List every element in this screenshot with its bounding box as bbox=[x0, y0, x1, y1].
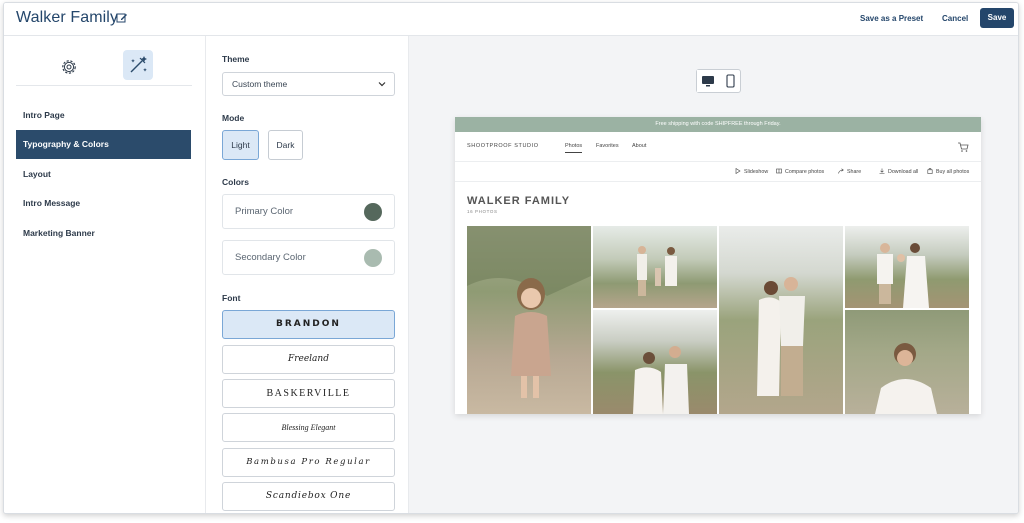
mobile-icon bbox=[726, 74, 735, 88]
share-action[interactable]: Share bbox=[838, 168, 861, 175]
primary-color-picker[interactable]: Primary Color bbox=[222, 194, 395, 229]
preview-nav-photos[interactable]: Photos bbox=[565, 143, 583, 153]
settings-panel: Theme Custom theme Mode Light Dark Color… bbox=[206, 36, 409, 513]
font-option-bambusa-pro[interactable]: Bambusa Pro Regular bbox=[222, 448, 395, 477]
compare-icon bbox=[776, 168, 782, 174]
preview-actions-bar: Slideshow Compare photos Share Download … bbox=[455, 162, 981, 182]
desktop-icon bbox=[702, 76, 714, 87]
share-icon bbox=[838, 168, 844, 174]
slideshow-action[interactable]: Slideshow bbox=[735, 168, 768, 175]
theme-select[interactable]: Custom theme bbox=[222, 72, 395, 96]
photo-couple-embrace-image bbox=[757, 277, 805, 396]
photo-thumbnail[interactable] bbox=[719, 226, 843, 414]
gallery-title: Walker Family bbox=[16, 9, 119, 26]
device-toggle bbox=[696, 69, 741, 93]
photo-thumbnail[interactable] bbox=[467, 226, 591, 414]
download-all-label: Download all bbox=[888, 169, 919, 175]
mode-label: Mode bbox=[222, 113, 245, 123]
secondary-color-picker[interactable]: Secondary Color bbox=[222, 240, 395, 275]
save-as-preset-button[interactable]: Save as a Preset bbox=[860, 14, 923, 23]
photo-thumbnail[interactable] bbox=[593, 226, 717, 308]
sidebar-item-intro-page[interactable]: Intro Page bbox=[16, 101, 191, 130]
photo-thumbnail[interactable] bbox=[845, 226, 969, 308]
app-window: Walker Family Save as a Preset Cancel Sa… bbox=[3, 2, 1019, 514]
font-option-baskerville[interactable]: BASKERVILLE bbox=[222, 379, 395, 408]
announcement-banner: Free shipping with code SHIPFREE through… bbox=[455, 117, 981, 132]
photo-family-pose-image bbox=[877, 243, 929, 308]
compare-photos-action[interactable]: Compare photos bbox=[776, 168, 824, 175]
preview-area: Free shipping with code SHIPFREE through… bbox=[409, 36, 1018, 513]
slideshow-label: Slideshow bbox=[744, 169, 769, 175]
photo-family-walk-image bbox=[637, 246, 677, 296]
bag-icon bbox=[927, 168, 933, 174]
mode-light-button[interactable]: Light bbox=[222, 130, 259, 160]
photo-thumbnail[interactable] bbox=[845, 310, 969, 414]
magic-wand-icon bbox=[130, 56, 147, 73]
gear-icon[interactable] bbox=[59, 57, 79, 77]
play-icon bbox=[735, 168, 741, 174]
preview-gallery-title: WALKER FAMILY bbox=[467, 195, 571, 207]
photo-child-image bbox=[467, 226, 591, 398]
preview-photo-count: 16 PHOTOS bbox=[467, 209, 498, 214]
cart-icon[interactable] bbox=[957, 141, 969, 153]
font-option-blessing-elegant[interactable]: Blessing Elegant bbox=[222, 413, 395, 442]
photo-thumbnail[interactable] bbox=[593, 310, 717, 414]
style-tab[interactable] bbox=[123, 50, 153, 80]
sidebar-item-intro-message[interactable]: Intro Message bbox=[16, 189, 191, 218]
buy-all-photos-action[interactable]: Buy all photos bbox=[927, 168, 969, 175]
top-bar: Walker Family Save as a Preset Cancel Sa… bbox=[4, 3, 1018, 36]
font-option-scandiebox-one[interactable]: Scandiebox One bbox=[222, 482, 395, 511]
theme-value: Custom theme bbox=[232, 79, 288, 89]
gallery-preview: Free shipping with code SHIPFREE through… bbox=[455, 117, 981, 414]
download-icon bbox=[879, 168, 885, 174]
mode-dark-button[interactable]: Dark bbox=[268, 130, 303, 160]
sidebar-item-typography-colors[interactable]: Typography & Colors bbox=[16, 130, 191, 159]
cancel-button[interactable]: Cancel bbox=[942, 14, 968, 23]
sidebar: Intro Page Typography & Colors Layout In… bbox=[4, 36, 206, 513]
photo-portrait-image bbox=[875, 343, 937, 414]
primary-color-swatch bbox=[364, 203, 382, 221]
font-option-brandon[interactable]: BRANDON bbox=[222, 310, 395, 339]
share-label: Share bbox=[847, 169, 862, 175]
studio-name: SHOOTPROOF STUDIO bbox=[467, 143, 539, 149]
primary-color-label: Primary Color bbox=[235, 206, 294, 217]
font-option-freeland[interactable]: Freeland bbox=[222, 345, 395, 374]
sidebar-tabs bbox=[16, 50, 192, 86]
colors-label: Colors bbox=[222, 177, 249, 187]
chevron-down-icon bbox=[378, 82, 386, 87]
secondary-color-swatch bbox=[364, 249, 382, 267]
preview-nav-favorites[interactable]: Favorites bbox=[596, 143, 619, 149]
secondary-color-label: Secondary Color bbox=[235, 252, 306, 263]
mobile-view-button[interactable] bbox=[719, 70, 741, 92]
preview-nav-about[interactable]: About bbox=[632, 143, 646, 149]
font-label: Font bbox=[222, 293, 241, 303]
edit-icon[interactable] bbox=[116, 12, 128, 24]
preview-nav-bar: SHOOTPROOF STUDIO Photos Favorites About bbox=[455, 132, 981, 162]
download-all-action[interactable]: Download all bbox=[879, 168, 918, 175]
sidebar-item-marketing-banner[interactable]: Marketing Banner bbox=[16, 219, 191, 248]
photo-couple-image bbox=[633, 346, 689, 414]
desktop-view-button[interactable] bbox=[697, 70, 719, 92]
save-button[interactable]: Save bbox=[980, 8, 1014, 28]
buy-all-photos-label: Buy all photos bbox=[936, 169, 970, 175]
sidebar-item-layout[interactable]: Layout bbox=[16, 160, 191, 189]
compare-photos-label: Compare photos bbox=[785, 169, 825, 175]
theme-label: Theme bbox=[222, 54, 250, 64]
